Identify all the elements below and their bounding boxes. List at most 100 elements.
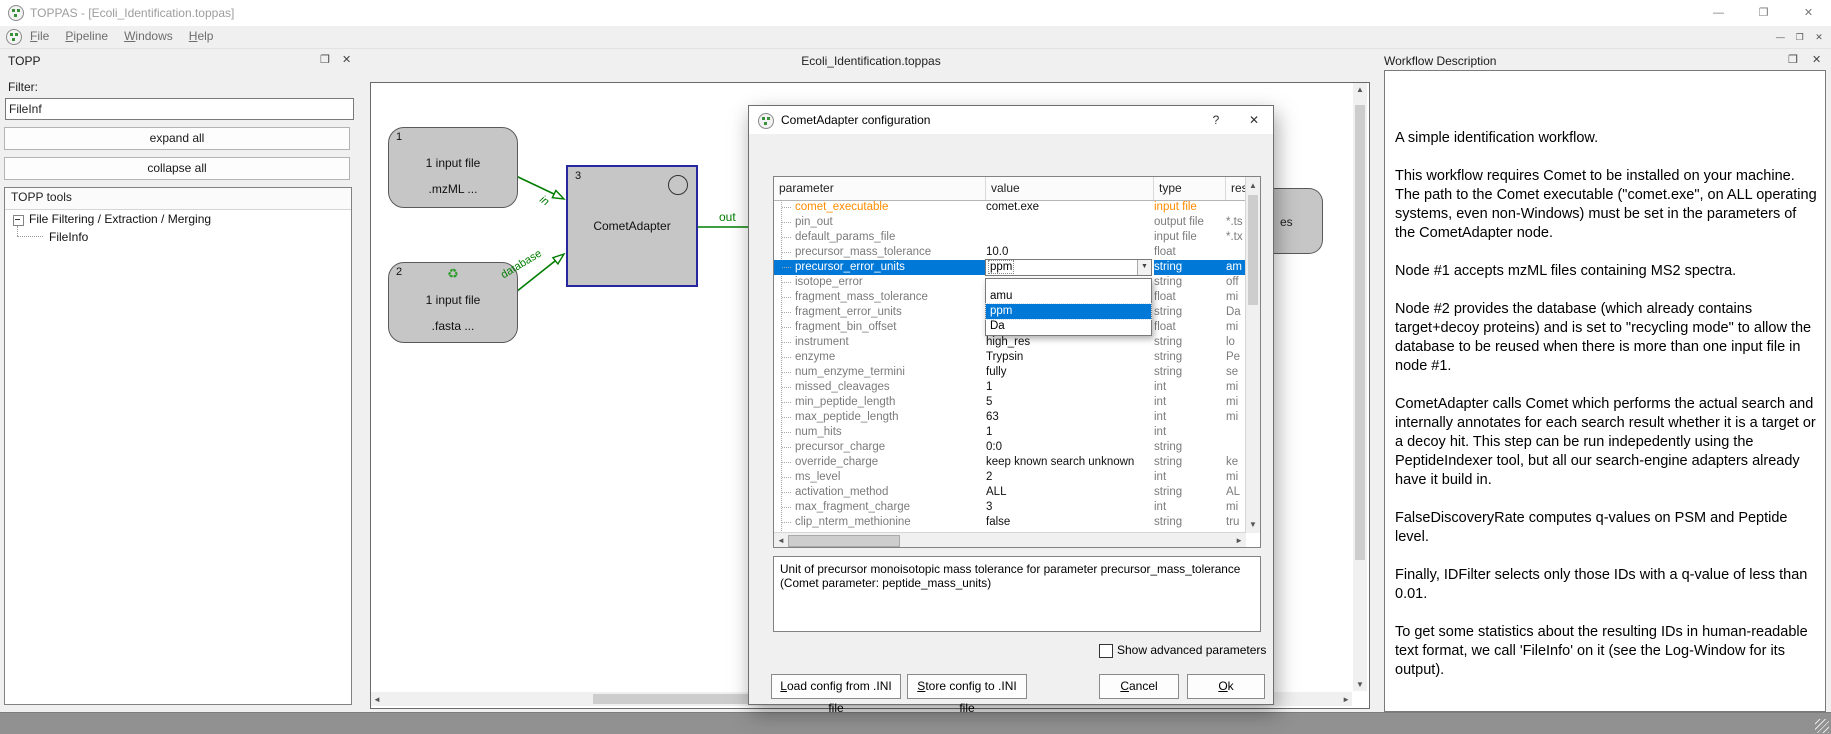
param-value[interactable]: 5 <box>986 395 1154 410</box>
vscroll-thumb[interactable] <box>1248 195 1258 305</box>
scroll-left-icon[interactable]: ◄ <box>777 536 785 545</box>
combobox-dropdown-list[interactable]: amuppmDa <box>985 278 1152 336</box>
parameter-rows[interactable]: comet_executablecomet.exeinput filepin_o… <box>774 200 1246 533</box>
collapse-all-button[interactable]: collapse all <box>4 157 350 180</box>
param-row-max_fragment_charge[interactable]: max_fragment_charge3intmi <box>774 500 1246 515</box>
param-value[interactable]: 1 <box>986 425 1154 440</box>
mdi-restore-icon[interactable]: ❐ <box>1792 30 1808 44</box>
column-header-parameter[interactable]: parameter <box>774 177 986 200</box>
topp-panel-float-icon[interactable]: ❐ <box>320 53 330 66</box>
dropdown-option-amu[interactable]: amu <box>986 289 1151 304</box>
param-row-num_enzyme_termini[interactable]: num_enzyme_terminifullystringse <box>774 365 1246 380</box>
minimize-button[interactable]: — <box>1696 0 1741 26</box>
param-value[interactable]: Trypsin <box>986 350 1154 365</box>
param-row-max_peptide_length[interactable]: max_peptide_length63intmi <box>774 410 1246 425</box>
column-header-value[interactable]: value <box>986 177 1154 200</box>
scroll-right-icon[interactable]: ► <box>1235 536 1243 545</box>
store-config-button[interactable]: Store config to .INI file <box>907 674 1027 699</box>
cometadapter-node[interactable]: 3 CometAdapter <box>566 165 698 287</box>
tree-collapse-icon[interactable] <box>13 215 24 226</box>
menu-item-windows[interactable]: Windows <box>116 26 181 46</box>
scroll-left-icon[interactable]: ◄ <box>373 695 381 704</box>
param-row-instrument[interactable]: instrumenthigh_resstringlo <box>774 335 1246 350</box>
parameter-table[interactable]: parameter value type res comet_executabl… <box>773 176 1261 548</box>
menu-item-pipeline[interactable]: Pipeline <box>57 26 116 46</box>
show-advanced-checkbox[interactable] <box>1099 644 1113 658</box>
table-vscrollbar[interactable]: ▲ ▼ <box>1245 177 1260 533</box>
param-value[interactable]: keep known search unknown <box>986 455 1154 470</box>
resize-grip[interactable] <box>1815 719 1829 733</box>
dropdown-option-ppm[interactable]: ppm <box>986 304 1151 319</box>
close-button[interactable]: ✕ <box>1786 0 1831 26</box>
workflow-tab-title[interactable]: Ecoli_Identification.toppas <box>366 54 1376 68</box>
param-row-activation_method[interactable]: activation_methodALLstringAL <box>774 485 1246 500</box>
param-restrictions: lo <box>1226 335 1246 350</box>
dialog-title-bar[interactable]: CometAdapter configuration ? ✕ <box>749 106 1273 134</box>
param-value[interactable]: comet.exe <box>986 200 1154 215</box>
input-node-2[interactable]: 2 ♻ 1 input file .fasta ... <box>388 262 518 343</box>
expand-all-button[interactable]: expand all <box>4 127 350 150</box>
param-value[interactable]: 2 <box>986 470 1154 485</box>
param-row-min_peptide_length[interactable]: min_peptide_length5intmi <box>774 395 1246 410</box>
param-type: string <box>1154 440 1226 455</box>
param-row-ms_level[interactable]: ms_level2intmi <box>774 470 1246 485</box>
tree-item-fileinfo[interactable]: FileInfo <box>49 230 88 244</box>
param-value[interactable]: 3 <box>986 500 1154 515</box>
param-value[interactable]: false <box>986 515 1154 530</box>
param-value[interactable]: high_res <box>986 335 1154 350</box>
param-row-clip_nterm_methionine[interactable]: clip_nterm_methioninefalsestringtru <box>774 515 1246 530</box>
hscroll-thumb[interactable] <box>788 535 900 547</box>
table-header-row[interactable]: parameter value type res <box>774 177 1246 201</box>
param-row-override_charge[interactable]: override_chargekeep known search unknown… <box>774 455 1246 470</box>
param-row-precursor_charge[interactable]: precursor_charge0:0string <box>774 440 1246 455</box>
param-row-default_params_file[interactable]: default_params_fileinput file*.tx <box>774 230 1246 245</box>
scroll-up-icon[interactable]: ▲ <box>1356 85 1364 94</box>
cancel-button[interactable]: Cancel <box>1099 674 1179 699</box>
param-row-comet_executable[interactable]: comet_executablecomet.exeinput file <box>774 200 1246 215</box>
scroll-up-icon[interactable]: ▲ <box>1249 181 1257 190</box>
param-value[interactable]: 1 <box>986 380 1154 395</box>
dialog-close-icon[interactable]: ✕ <box>1237 106 1271 134</box>
param-value[interactable]: ALL <box>986 485 1154 500</box>
menu-item-file[interactable]: File <box>22 26 57 46</box>
mdi-close-icon[interactable]: ✕ <box>1811 30 1827 44</box>
load-config-button[interactable]: Load config from .INI file <box>771 674 901 699</box>
param-value[interactable]: fully <box>986 365 1154 380</box>
vscroll-thumb[interactable] <box>1355 105 1365 560</box>
tree-group-file-filtering[interactable]: File Filtering / Extraction / Merging <box>29 212 211 226</box>
filter-input[interactable]: FileInf <box>5 98 354 120</box>
column-header-type[interactable]: type <box>1154 177 1226 200</box>
ok-button[interactable]: Ok <box>1187 674 1265 699</box>
dropdown-option-Da[interactable]: Da <box>986 319 1151 334</box>
description-panel-float-icon[interactable]: ❐ <box>1788 53 1798 66</box>
dialog-help-icon[interactable]: ? <box>1199 106 1233 134</box>
param-row-precursor_mass_tolerance[interactable]: precursor_mass_tolerance10.0float <box>774 245 1246 260</box>
precursor-error-units-combobox[interactable]: ppm ▼ <box>985 259 1152 276</box>
window-title: TOPPAS - [Ecoli_Identification.toppas] <box>30 6 234 20</box>
scroll-down-icon[interactable]: ▼ <box>1356 680 1364 689</box>
description-panel-close-icon[interactable]: ✕ <box>1812 53 1821 66</box>
column-header-restrictions[interactable]: res <box>1226 177 1246 200</box>
menu-item-help[interactable]: Help <box>181 26 222 46</box>
param-value[interactable]: 63 <box>986 410 1154 425</box>
param-row-pin_out[interactable]: pin_outoutput file*.ts <box>774 215 1246 230</box>
combobox-dropdown-icon[interactable]: ▼ <box>1137 260 1151 275</box>
param-value[interactable]: 0:0 <box>986 440 1154 455</box>
partially-hidden-node[interactable]: es <box>1274 188 1323 254</box>
mdi-minimize-icon[interactable]: — <box>1772 30 1788 44</box>
param-name: missed_cleavages <box>774 380 986 395</box>
topp-panel-close-icon[interactable]: ✕ <box>342 53 351 66</box>
maximize-button[interactable]: ❐ <box>1741 0 1786 26</box>
param-row-missed_cleavages[interactable]: missed_cleavages1intmi <box>774 380 1246 395</box>
table-hscrollbar[interactable]: ◄ ► <box>774 532 1246 547</box>
workflow-description-text[interactable]: A simple identification workflow.This wo… <box>1384 70 1826 712</box>
param-row-enzyme[interactable]: enzymeTrypsinstringPe <box>774 350 1246 365</box>
scroll-right-icon[interactable]: ► <box>1342 695 1350 704</box>
input-node-1[interactable]: 1 1 input file .mzML ... <box>388 127 518 208</box>
param-value[interactable] <box>986 215 1154 230</box>
param-value[interactable] <box>986 230 1154 245</box>
canvas-vscrollbar[interactable]: ▲ ▼ <box>1353 83 1367 691</box>
scroll-down-icon[interactable]: ▼ <box>1249 520 1257 529</box>
param-value[interactable]: 10.0 <box>986 245 1154 260</box>
param-row-num_hits[interactable]: num_hits1int <box>774 425 1246 440</box>
